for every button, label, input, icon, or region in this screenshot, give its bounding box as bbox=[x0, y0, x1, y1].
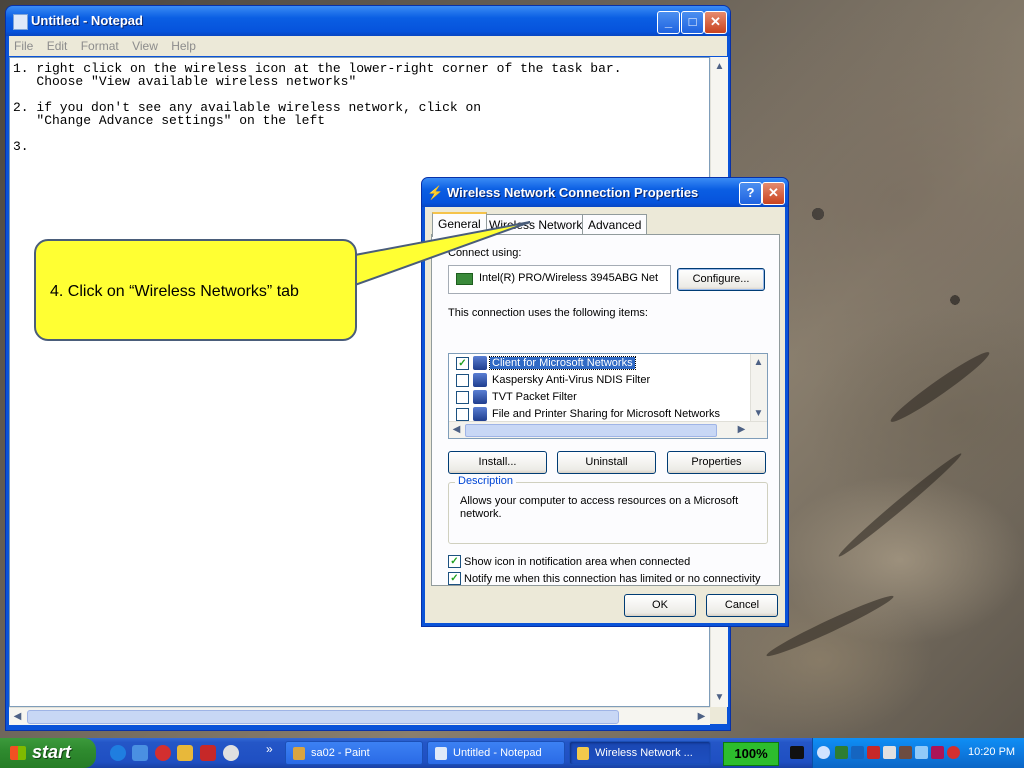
instruction-callout: 4. Click on “Wireless Networks” tab bbox=[34, 239, 357, 341]
callout-text: 4. Click on “Wireless Networks” tab bbox=[50, 283, 299, 300]
callout-pointer bbox=[354, 221, 531, 287]
